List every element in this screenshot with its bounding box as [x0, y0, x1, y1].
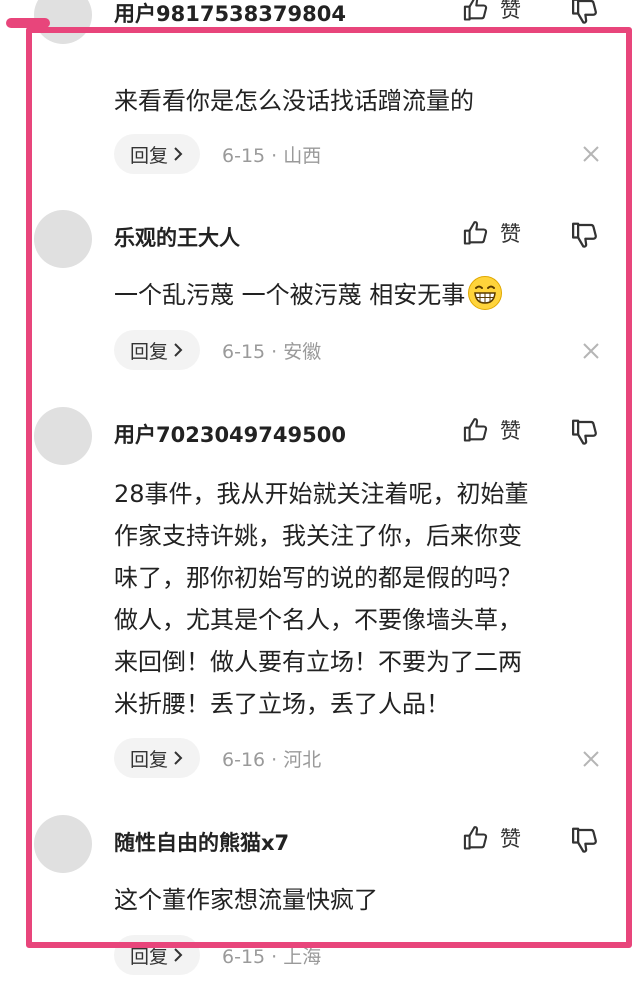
comment-text-line: 28事件，我从开始就关注着呢，初始董 — [114, 480, 529, 508]
close-icon[interactable] — [581, 144, 601, 164]
comment-meta: 回复 6-15 · 上海 — [114, 935, 321, 975]
comment-date-location: 6-15 · 安徽 — [222, 340, 322, 363]
comment-username[interactable]: 随性自由的熊猫x7 — [114, 827, 289, 857]
avatar[interactable] — [34, 210, 92, 268]
thumbs-up-icon — [463, 0, 488, 21]
thumbs-down-icon — [572, 222, 597, 248]
reply-label: 回复 — [130, 144, 169, 167]
comment-text-line: 米折腰！丢了立场，丢了人品！ — [114, 690, 450, 718]
comment-text-line: 来回倒！做人要有立场！不要为了二两 — [114, 648, 522, 676]
grinning-face-emoji — [468, 276, 503, 310]
dislike-button[interactable] — [570, 825, 600, 859]
comment-date-location: 6-15 · 山西 — [222, 144, 322, 167]
dislike-button[interactable] — [570, 220, 600, 254]
like-button[interactable]: 赞 — [462, 0, 521, 24]
reply-label: 回复 — [130, 340, 169, 363]
chevron-right-icon — [174, 751, 183, 765]
comment-text: 来看看你是怎么没话找话蹭流量的 — [114, 80, 609, 122]
chevron-right-icon — [174, 343, 183, 357]
avatar[interactable] — [34, 815, 92, 873]
comment-text-line: 做人，尤其是个名人，不要像墙头草， — [114, 606, 522, 634]
thumbs-down-icon — [572, 419, 597, 445]
comment-text: 一个乱污蔑 一个被污蔑 相安无事 — [114, 274, 609, 316]
close-icon[interactable] — [581, 341, 601, 361]
chevron-right-icon — [174, 147, 183, 161]
like-label: 赞 — [500, 222, 521, 246]
reply-button[interactable]: 回复 — [114, 738, 201, 778]
thumbs-up-icon — [463, 418, 488, 442]
reply-button[interactable]: 回复 — [114, 330, 201, 370]
comment-text: 这个董作家想流量快疯了 — [114, 879, 609, 921]
comment-username[interactable]: 用户7023049749500 — [114, 419, 346, 449]
like-button[interactable]: 赞 — [462, 415, 521, 445]
dislike-button[interactable] — [570, 0, 600, 30]
comment-meta: 回复 6-15 · 山西 — [114, 134, 321, 174]
like-button[interactable]: 赞 — [462, 823, 521, 853]
comment-meta: 回复 6-15 · 安徽 — [114, 330, 321, 370]
comment-text: 28事件，我从开始就关注着呢，初始董 作家支持许姚，我关注了你，后来你变 味了，… — [114, 473, 609, 725]
like-label: 赞 — [500, 827, 521, 851]
comment-text-line: 味了，那你初始写的说的都是假的吗？ — [114, 564, 522, 592]
close-icon[interactable] — [581, 749, 601, 769]
reply-label: 回复 — [130, 748, 169, 771]
comment-text-line: 来看看你是怎么没话找话蹭流量的 — [114, 87, 474, 115]
dislike-button[interactable] — [570, 417, 600, 451]
reply-button[interactable]: 回复 — [114, 134, 201, 174]
comment-date-location: 6-15 · 上海 — [222, 945, 322, 968]
highlight-frame-tab — [6, 18, 50, 28]
reply-button[interactable]: 回复 — [114, 935, 201, 975]
reply-label: 回复 — [130, 945, 169, 968]
comment-text-line: 一个乱污蔑 一个被污蔑 相安无事 — [114, 281, 466, 309]
like-button[interactable]: 赞 — [462, 218, 521, 248]
comment-meta: 回复 6-16 · 河北 — [114, 738, 321, 778]
thumbs-down-icon — [572, 0, 597, 24]
like-label: 赞 — [500, 419, 521, 443]
comment-username[interactable]: 用户9817538379804 — [114, 0, 346, 28]
thumbs-up-icon — [463, 221, 488, 245]
comment-text-line: 作家支持许姚，我关注了你，后来你变 — [114, 522, 522, 550]
chevron-right-icon — [174, 948, 183, 962]
comment-text-line: 这个董作家想流量快疯了 — [114, 886, 378, 914]
avatar[interactable] — [34, 407, 92, 465]
thumbs-up-icon — [463, 826, 488, 850]
thumbs-down-icon — [572, 827, 597, 853]
like-label: 赞 — [500, 0, 521, 22]
comment-date-location: 6-16 · 河北 — [222, 748, 322, 771]
comment-username[interactable]: 乐观的王大人 — [114, 222, 240, 252]
